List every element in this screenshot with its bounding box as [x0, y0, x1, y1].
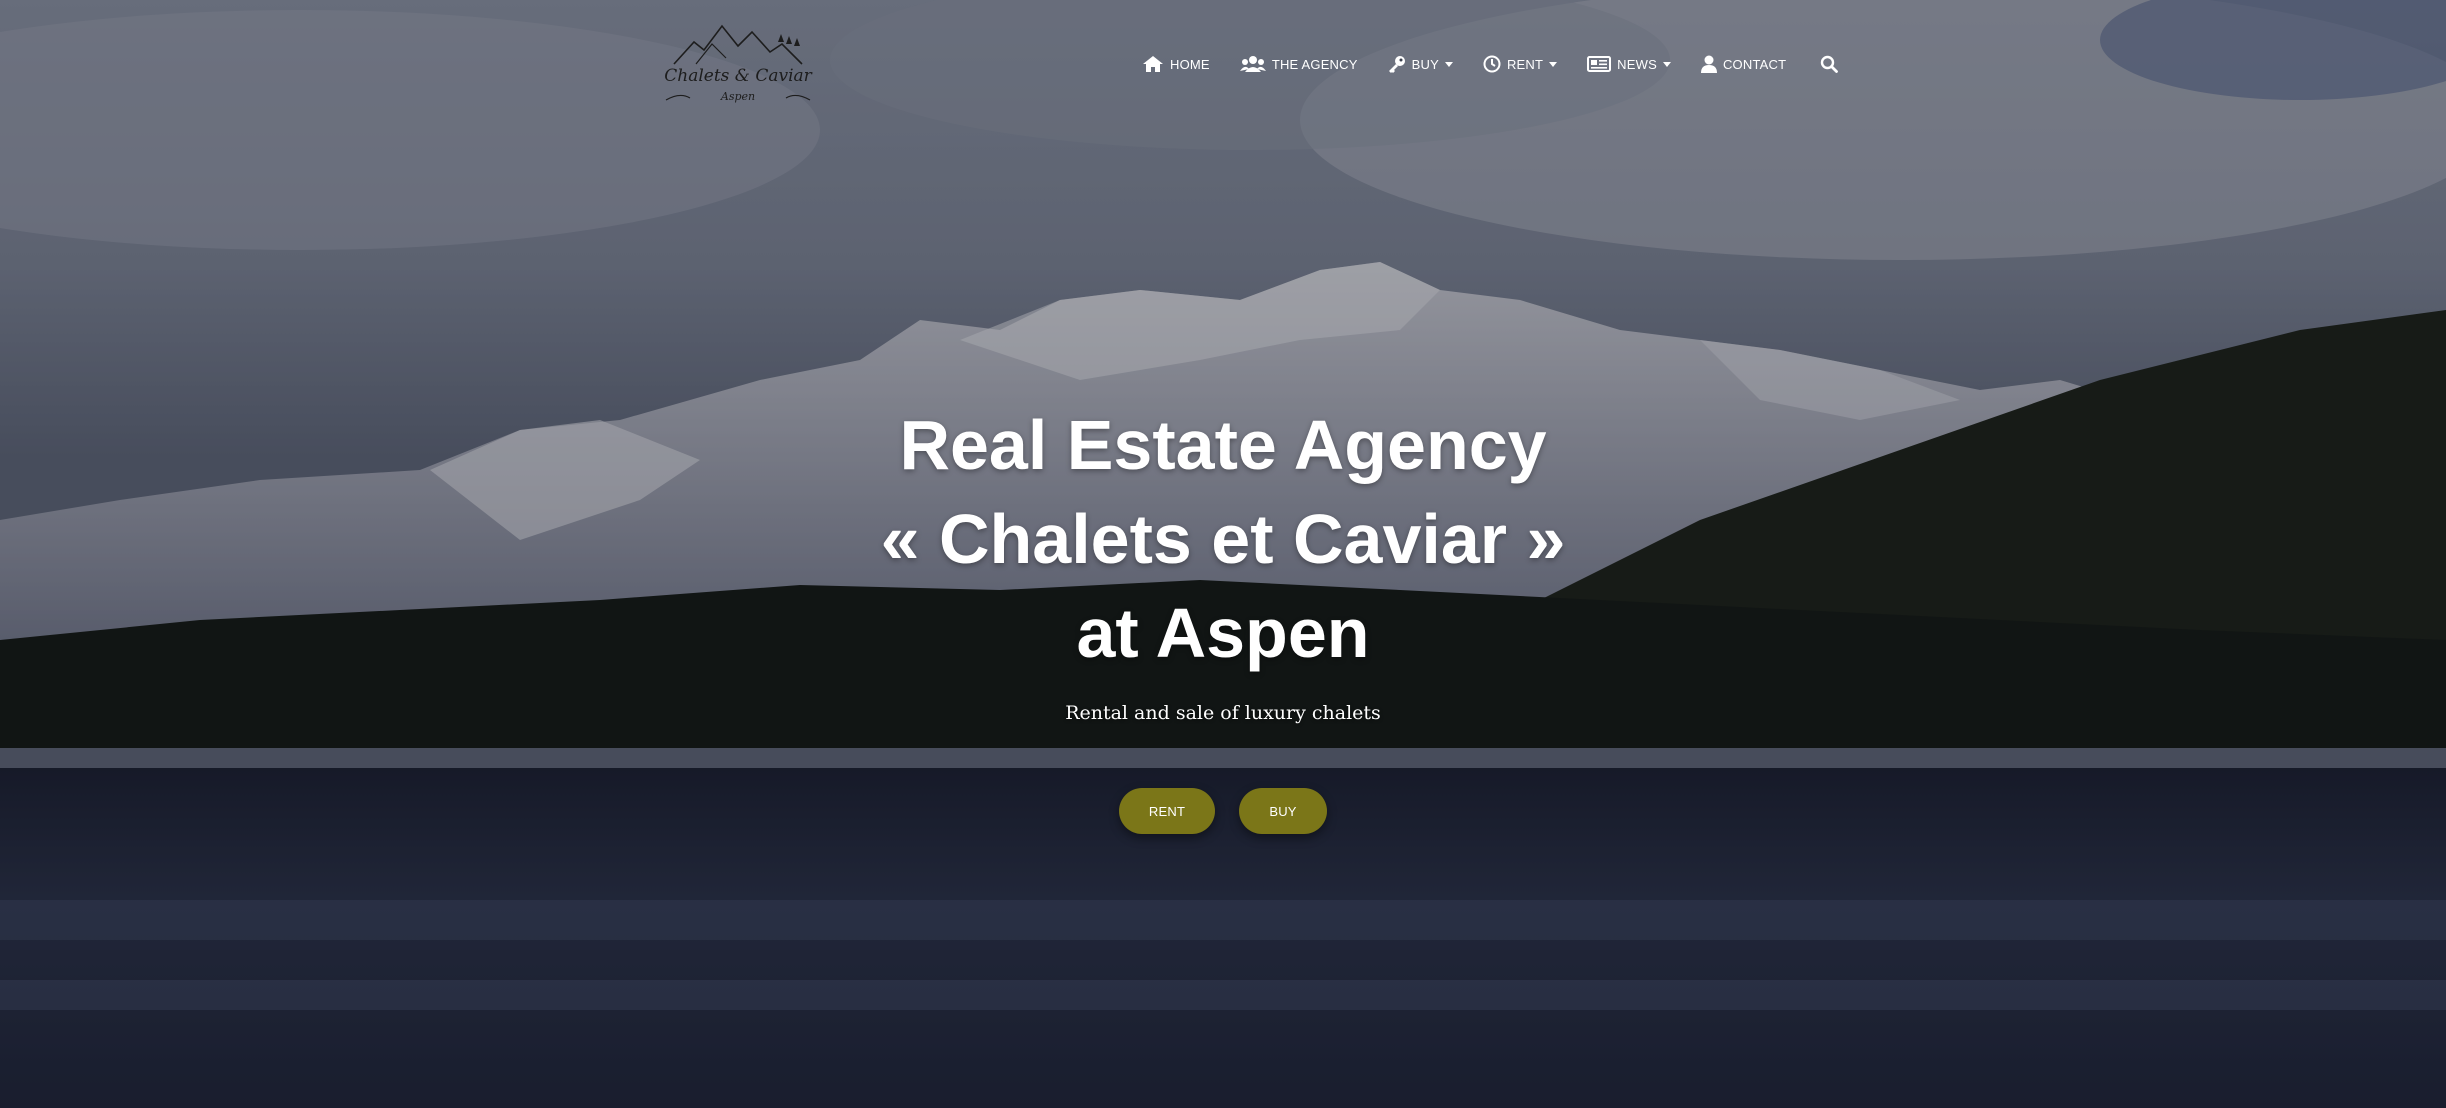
- buy-button[interactable]: BUY: [1239, 788, 1327, 834]
- hero-buttons: RENT BUY: [0, 788, 2446, 834]
- site-logo[interactable]: Chalets & Caviar Aspen: [660, 14, 816, 112]
- hero-subtitle: Rental and sale of luxury chalets: [1065, 702, 1381, 724]
- user-icon: [1700, 55, 1717, 73]
- home-icon: [1142, 55, 1164, 73]
- logo-wordmark: Chalets & Caviar: [664, 66, 812, 86]
- nav-agency[interactable]: THE AGENCY: [1239, 55, 1358, 73]
- hero-title: Real Estate Agency « Chalets et Caviar »…: [0, 398, 2446, 680]
- hero-title-line-2: « Chalets et Caviar »: [880, 500, 1566, 578]
- nav-news-label: NEWS: [1617, 56, 1657, 72]
- nav-buy-label: BUY: [1411, 56, 1439, 72]
- search-icon[interactable]: [1820, 55, 1839, 73]
- newspaper-icon: [1587, 56, 1612, 72]
- hero-title-line-3: at Aspen: [1076, 594, 1370, 672]
- key-icon: [1388, 55, 1406, 73]
- nav-rent[interactable]: RENT: [1483, 55, 1558, 73]
- chevron-down-icon: [1662, 61, 1671, 67]
- nav-buy[interactable]: BUY: [1388, 55, 1453, 73]
- chevron-down-icon: [1549, 61, 1558, 67]
- hero-section: Real Estate Agency « Chalets et Caviar »…: [0, 398, 2446, 724]
- nav-contact-label: CONTACT: [1722, 56, 1787, 72]
- rent-button[interactable]: RENT: [1119, 788, 1215, 834]
- nav-agency-label: THE AGENCY: [1271, 56, 1358, 72]
- hero-title-line-1: Real Estate Agency: [899, 406, 1547, 484]
- nav-contact[interactable]: CONTACT: [1700, 55, 1787, 73]
- clock-icon: [1483, 55, 1501, 73]
- chevron-down-icon: [1444, 61, 1453, 67]
- nav-home[interactable]: HOME: [1142, 55, 1210, 73]
- nav-rent-label: RENT: [1506, 56, 1544, 72]
- nav-news[interactable]: NEWS: [1587, 56, 1671, 72]
- site-header: Chalets & Caviar Aspen HOME THE AGENCY B…: [0, 0, 2446, 130]
- users-icon: [1239, 55, 1266, 73]
- logo-location: Aspen: [720, 90, 756, 103]
- main-nav: HOME THE AGENCY BUY RENT NEWS CONTACT: [1142, 48, 1839, 80]
- nav-home-label: HOME: [1170, 56, 1210, 72]
